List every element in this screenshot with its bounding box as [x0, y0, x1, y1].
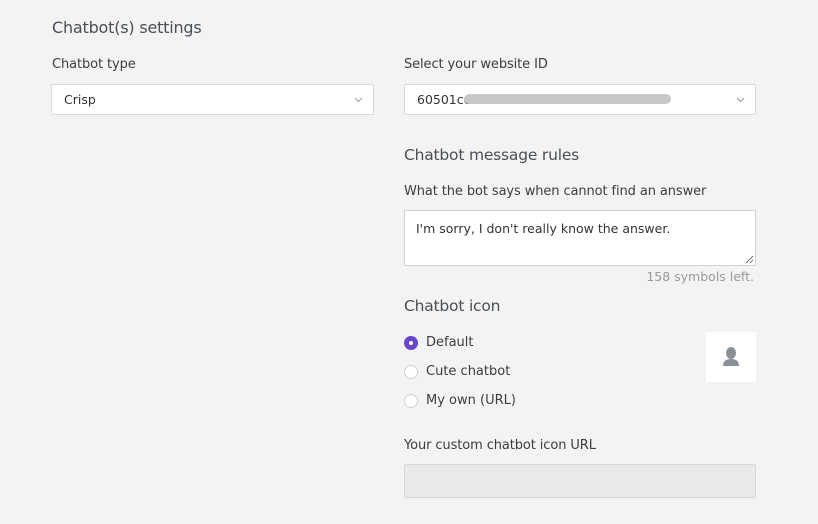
icon-option-label: Default [426, 335, 474, 350]
page-title: Chatbot(s) settings [52, 18, 202, 37]
fallback-message-label: What the bot says when cannot find an an… [404, 184, 707, 199]
symbols-left-counter: 158 symbols left. [646, 269, 754, 284]
chevron-down-icon [736, 97, 745, 103]
radio-unchecked-icon[interactable] [404, 393, 418, 408]
radio-checked-icon[interactable] [404, 335, 418, 350]
radio-unchecked-icon[interactable] [404, 364, 418, 379]
chatbot-icon-preview [706, 332, 756, 382]
fallback-message-textarea[interactable]: I'm sorry, I don't really know the answe… [404, 210, 756, 266]
icon-option-default[interactable]: Default [404, 335, 474, 350]
chatbot-type-select[interactable]: Crisp [51, 84, 374, 115]
chatbot-icon-heading: Chatbot icon [404, 297, 501, 315]
chatbot-type-label: Chatbot type [52, 57, 136, 72]
icon-option-cute-chatbot[interactable]: Cute chatbot [404, 364, 510, 379]
message-rules-heading: Chatbot message rules [404, 146, 580, 164]
redaction-bar [464, 94, 671, 104]
user-silhouette-icon [723, 347, 739, 366]
custom-icon-url-input[interactable] [404, 464, 756, 498]
resize-grip-icon[interactable] [745, 255, 754, 264]
chevron-down-icon [354, 97, 363, 103]
website-id-label: Select your website ID [404, 57, 548, 72]
custom-url-label: Your custom chatbot icon URL [404, 438, 596, 453]
icon-option-own-url[interactable]: My own (URL) [404, 393, 516, 408]
icon-option-label: My own (URL) [426, 393, 516, 408]
chatbot-type-value: Crisp [64, 92, 96, 107]
website-id-value: 60501cc [417, 92, 471, 107]
icon-option-label: Cute chatbot [426, 364, 511, 379]
